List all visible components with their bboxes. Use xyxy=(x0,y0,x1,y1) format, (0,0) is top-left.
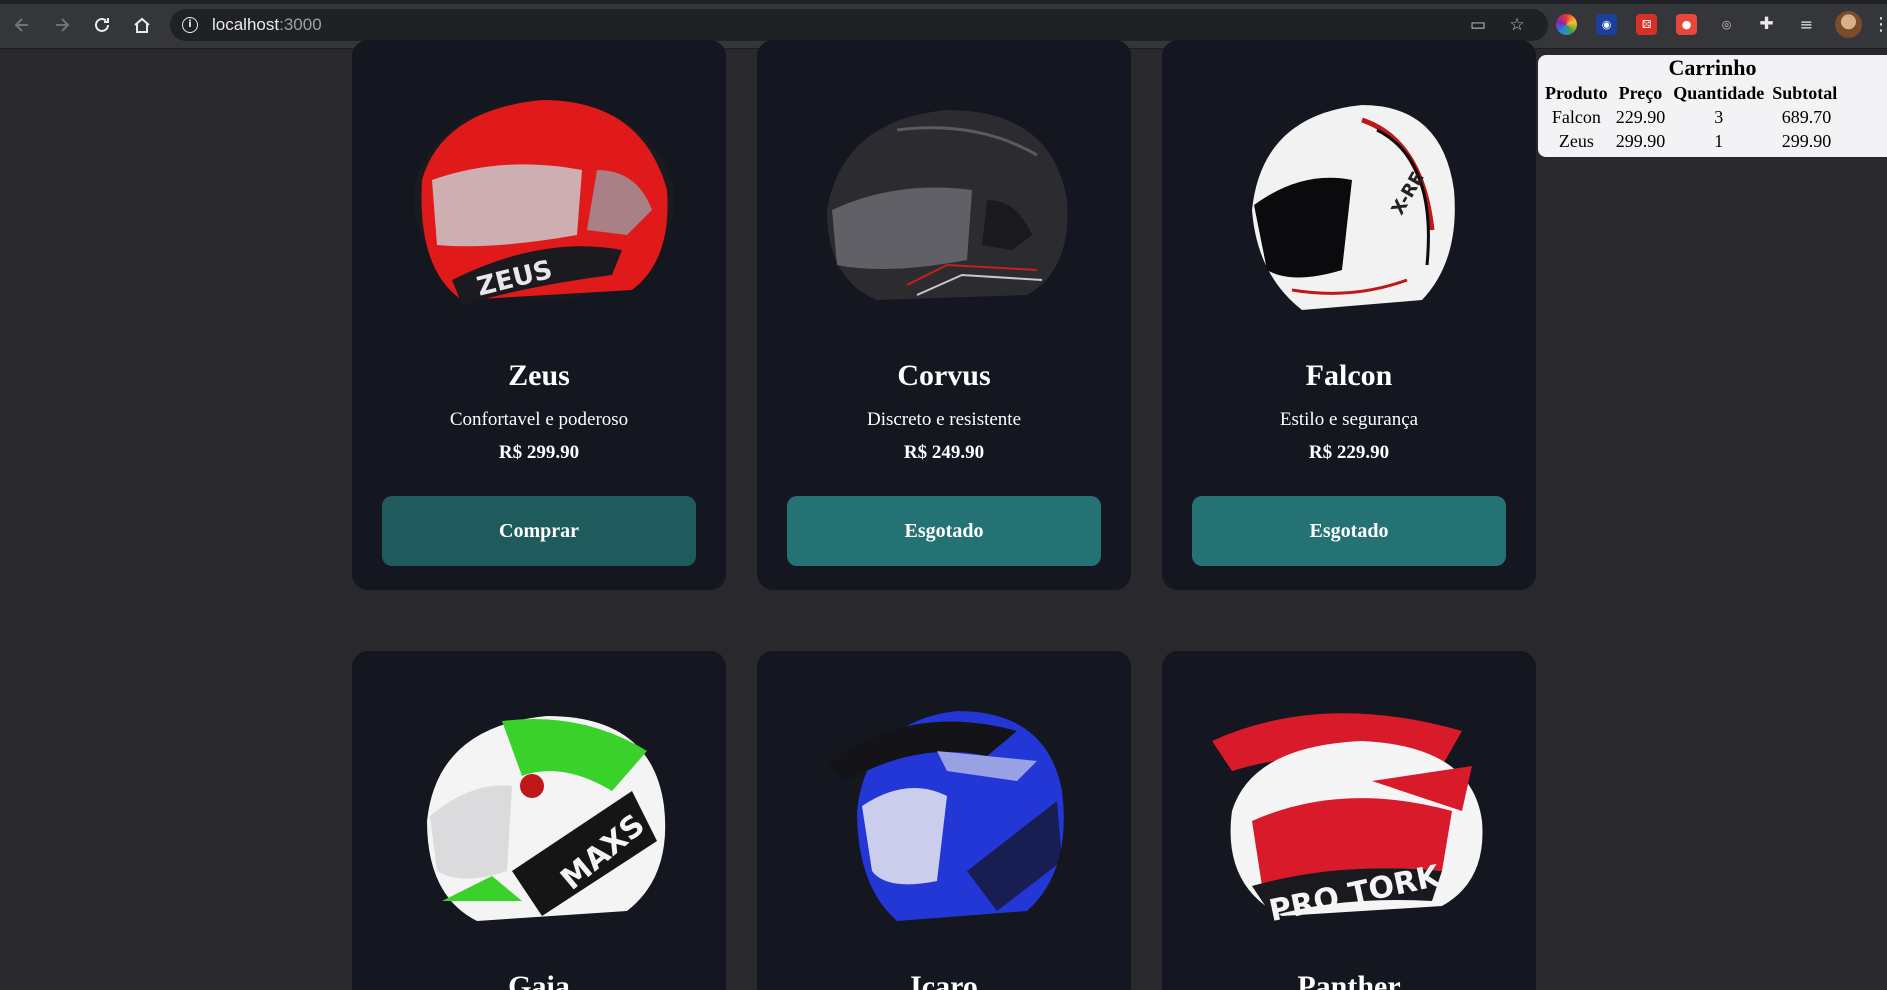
cart-product: Falcon xyxy=(1551,107,1601,127)
product-card: ZEUS Zeus Confortavel e poderoso R$ 299.… xyxy=(352,40,726,590)
reading-list-icon[interactable]: ≡ xyxy=(1796,14,1817,35)
product-card: Icaro xyxy=(757,651,1131,990)
cart-table: Produto Preço Quantidade Subtotal Falcon… xyxy=(1541,81,1841,153)
column-header-subtotal: Subtotal xyxy=(1772,83,1838,103)
column-header-quantity: Quantidade xyxy=(1673,83,1765,103)
column-header-price: Preço xyxy=(1618,83,1663,103)
product-image xyxy=(827,711,1064,921)
cart-subtotal: 299.90 xyxy=(1781,131,1832,151)
cart-subtotal: 689.70 xyxy=(1781,107,1832,127)
cart-price: 299.90 xyxy=(1615,131,1666,151)
product-name: Icaro xyxy=(910,970,978,990)
forward-button[interactable] xyxy=(50,13,74,37)
tab-strip-edge xyxy=(0,0,1887,4)
puzzle-icon[interactable]: ✚ xyxy=(1756,14,1777,35)
dice-extension-icon[interactable]: ⚄ xyxy=(1636,14,1657,35)
product-description: Confortavel e poderoso xyxy=(449,409,629,430)
product-name: Falcon xyxy=(1305,359,1393,392)
cart-price: 229.90 xyxy=(1615,107,1666,127)
reload-icon xyxy=(95,17,109,32)
product-description: Discreto e resistente xyxy=(866,409,1022,430)
product-card: MAXS Gaia xyxy=(352,651,726,990)
cart-quantity: 3 xyxy=(1714,107,1724,127)
product-description: Estilo e segurança xyxy=(1279,409,1419,430)
kebab-menu-icon[interactable]: ⋮ xyxy=(1872,13,1887,37)
cart-quantity: 1 xyxy=(1714,131,1724,151)
buy-button[interactable]: Comprar xyxy=(382,496,696,566)
cart-row: Zeus 299.90 1 299.90 xyxy=(1541,129,1841,153)
color-picker-extension-icon[interactable] xyxy=(1556,14,1577,35)
product-name: Gaia xyxy=(508,970,570,990)
badge-extension-icon[interactable]: ● xyxy=(1676,14,1697,35)
mask-extension-icon[interactable]: ◎ xyxy=(1716,14,1737,35)
product-price: R$ 229.90 xyxy=(1308,442,1390,463)
info-icon[interactable]: i xyxy=(182,17,198,33)
column-header-product: Produto xyxy=(1545,83,1608,103)
cast-icon[interactable]: ▭ xyxy=(1468,15,1488,35)
arrow-left-icon xyxy=(14,18,28,32)
product-price: R$ 299.90 xyxy=(498,442,580,463)
screen-capture-extension-icon[interactable]: ◉ xyxy=(1596,14,1617,35)
product-card: PRO TORK Panther xyxy=(1162,651,1536,990)
profile-avatar[interactable] xyxy=(1835,11,1862,38)
address-bar[interactable]: i localhost:3000 ▭ ☆ xyxy=(170,9,1548,41)
back-button[interactable] xyxy=(10,13,34,37)
reload-button[interactable] xyxy=(90,13,114,37)
home-button[interactable] xyxy=(130,13,154,37)
home-icon xyxy=(134,17,150,33)
product-name: Panther xyxy=(1297,970,1401,990)
url-port: :3000 xyxy=(279,15,322,34)
url-host: localhost xyxy=(212,15,280,34)
product-price: R$ 249.90 xyxy=(903,442,985,463)
arrow-right-icon xyxy=(56,18,70,32)
sold-out-button[interactable]: Esgotado xyxy=(787,496,1101,566)
url-text: localhost:3000 xyxy=(212,15,322,35)
product-image: ZEUS xyxy=(414,100,674,305)
cart-panel: Carrinho Produto Preço Quantidade Subtot… xyxy=(1538,55,1887,157)
product-image: PRO TORK xyxy=(1212,713,1483,929)
cart-row: Falcon 229.90 3 689.70 xyxy=(1541,105,1841,129)
product-card: X-RE Falcon Estilo e segurança R$ 229.90… xyxy=(1162,40,1536,590)
sold-out-button[interactable]: Esgotado xyxy=(1192,496,1506,566)
cart-product: Zeus xyxy=(1558,131,1594,151)
cart-header-row: Produto Preço Quantidade Subtotal xyxy=(1541,81,1841,105)
product-image: X-RE xyxy=(1252,105,1455,310)
product-name: Zeus xyxy=(508,359,570,392)
product-card: Corvus Discreto e resistente R$ 249.90 E… xyxy=(757,40,1131,590)
product-image xyxy=(827,110,1068,300)
product-image: MAXS xyxy=(427,716,666,921)
cart-title: Carrinho xyxy=(1668,55,1757,80)
star-icon[interactable]: ☆ xyxy=(1507,15,1527,35)
product-name: Corvus xyxy=(897,359,991,392)
